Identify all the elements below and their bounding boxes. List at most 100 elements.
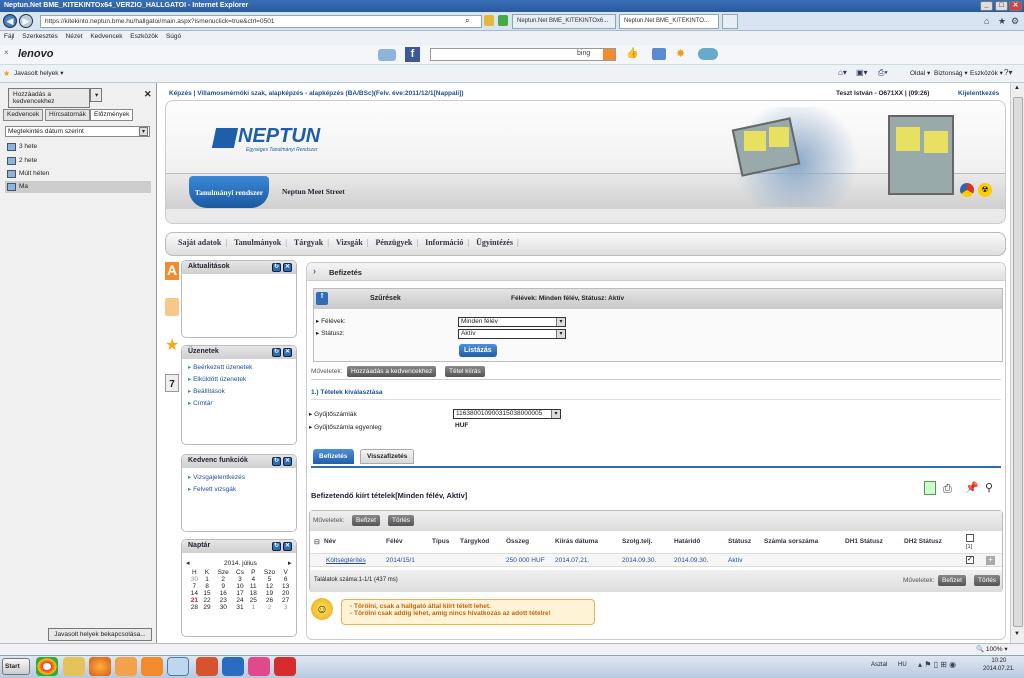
calendar-day[interactable]: 8	[201, 583, 214, 590]
puzzle-icon[interactable]: ✸	[676, 47, 685, 60]
safety-menu[interactable]: Biztonság ▾	[934, 69, 968, 77]
history-item[interactable]: 2 hete	[5, 155, 151, 167]
statusz-select[interactable]: Aktív ▾	[458, 329, 566, 339]
col-targykod[interactable]: Tárgykód	[460, 538, 489, 545]
scroll-thumb[interactable]	[1013, 97, 1023, 627]
clock[interactable]: 10:20 2014.07.21.	[983, 657, 1015, 673]
gear-icon[interactable]: ⚙	[1011, 16, 1019, 27]
tab-1[interactable]: Neptun.Net BME_KITEKINTOx6...	[512, 14, 616, 29]
tab-tanulmanyi-rendszer[interactable]: Tanulmányi rendszer	[189, 176, 269, 208]
export-excel-icon[interactable]	[924, 481, 936, 495]
apps-icon[interactable]	[698, 48, 718, 60]
row-checkbox[interactable]: ✓	[966, 556, 974, 564]
search-icon[interactable]: ⌕	[465, 16, 469, 26]
calendar-day[interactable]: 27	[279, 597, 292, 604]
felevek-select[interactable]: Minden félév ▾	[458, 317, 566, 327]
home-cmd-icon[interactable]: ⌂▾	[838, 68, 847, 77]
chat-icon[interactable]	[652, 48, 666, 60]
favorites-star-icon[interactable]: ★	[3, 69, 10, 78]
tab-meet-street[interactable]: Neptun Meet Street	[282, 187, 345, 196]
calendar-day[interactable]: 25	[247, 597, 260, 604]
page-menu[interactable]: Oldal ▾	[910, 69, 930, 77]
home-icon[interactable]: ⌂	[984, 16, 989, 26]
facebook-icon[interactable]: f	[405, 47, 420, 62]
row-nev-link[interactable]: Költségtérítés	[326, 557, 366, 564]
tools-menu[interactable]: Eszközök ▾	[970, 69, 1003, 77]
refresh-icon[interactable]: ↻	[272, 348, 281, 357]
tab-feeds[interactable]: Hírcsatornák	[45, 109, 90, 121]
collapse-filters-button[interactable]: ⇑	[316, 292, 328, 305]
calendar-day[interactable]: 23	[213, 597, 233, 604]
tab-favorites[interactable]: Kedvencek	[3, 109, 44, 121]
firefox-icon[interactable]	[89, 657, 111, 676]
calendar-day[interactable]: 24	[233, 597, 247, 604]
menu-tanulmanyok[interactable]: Tanulmányok	[234, 238, 281, 247]
menu-favorites[interactable]: Kedvencek	[90, 33, 122, 40]
home-shortcut-icon[interactable]	[165, 298, 179, 316]
menu-view[interactable]: Nézet	[66, 33, 83, 40]
col-dh2-statusz[interactable]: DH2 Státusz	[904, 538, 942, 545]
col-nev[interactable]: Név	[324, 538, 336, 545]
calendar-day[interactable]: 13	[279, 583, 292, 590]
history-item[interactable]: 3 hete	[5, 141, 151, 153]
tab-visszafizetes[interactable]: Visszafizetés	[360, 449, 415, 464]
uzenetek-link-directory[interactable]: Címtár	[188, 399, 296, 407]
menu-sajat-adatok[interactable]: Saját adatok	[178, 238, 221, 247]
kedvenc-link-vizsgajelentkezes[interactable]: Vizsgajelentkezés	[188, 473, 296, 481]
minimize-button[interactable]: _	[980, 1, 993, 11]
calendar-day[interactable]: 12	[260, 583, 280, 590]
calendar-day[interactable]: 16	[213, 590, 233, 597]
calendar-day[interactable]: 17	[233, 590, 247, 597]
scroll-down-icon[interactable]: ▼	[1014, 631, 1020, 637]
befizet-button[interactable]: Befizet	[352, 515, 380, 526]
calendar-day[interactable]: 30	[213, 604, 233, 611]
tab-history[interactable]: Előzmények	[90, 109, 134, 121]
media-player-icon[interactable]	[141, 657, 163, 676]
pin-icon[interactable]: 📌	[965, 481, 979, 494]
calendar-day[interactable]: 1	[201, 576, 214, 583]
calendar-day[interactable]: 7	[188, 583, 201, 590]
calendar-day[interactable]: 22	[201, 597, 214, 604]
like-icon[interactable]: 👍	[626, 48, 638, 59]
refresh-icon[interactable]: ↻	[272, 542, 281, 551]
calendar-day[interactable]: 18	[247, 590, 260, 597]
calendar-day[interactable]: 1	[247, 604, 260, 611]
chrome-icon[interactable]	[36, 657, 58, 676]
search-icon[interactable]: ⚲	[985, 481, 993, 494]
zoom-level[interactable]: 🔍 100% ▾	[976, 645, 1008, 653]
calendar-day[interactable]: 3	[279, 604, 292, 611]
add-to-favorites-button[interactable]: Hozzáadás a kedvencekhez	[8, 88, 90, 108]
feeds-icon[interactable]: ▣▾	[856, 68, 868, 77]
calendar-day[interactable]: 31	[233, 604, 247, 611]
col-statusz[interactable]: Státusz	[728, 538, 751, 545]
close-toolbar-icon[interactable]: ×	[4, 48, 9, 57]
menu-tools[interactable]: Eszközök	[130, 33, 158, 40]
menu-edit[interactable]: Szerkesztés	[22, 33, 57, 40]
listazas-button[interactable]: Listázás	[459, 344, 497, 357]
torles-button-bottom[interactable]: Törlés	[974, 575, 1001, 586]
desktop-label[interactable]: Asztal	[871, 662, 887, 668]
back-icon[interactable]: ◀	[3, 14, 17, 28]
bing-search-input[interactable]: bing	[430, 48, 616, 61]
gyujtoszamla-select[interactable]: 11638001090031503800000​5 ▾	[453, 409, 561, 419]
tray-icons[interactable]: ▴ ⚑ ▯ ⊞ ◉	[918, 660, 956, 669]
history-sort-select[interactable]: Megtekintés dátum szerint ▾	[5, 126, 150, 137]
col-felev[interactable]: Félév	[386, 538, 403, 545]
menu-file[interactable]: Fájl	[4, 33, 14, 40]
row-expand-icon[interactable]: +	[986, 556, 995, 565]
maximize-button[interactable]: □	[995, 1, 1008, 11]
internet-explorer-active-icon[interactable]	[167, 657, 189, 676]
befizet-button-bottom[interactable]: Befizet	[938, 575, 966, 586]
tab-2[interactable]: Neptun.Net BME_KITEKINTO...	[619, 14, 719, 29]
letter-a-icon[interactable]: A	[165, 262, 179, 280]
uzenetek-link-settings[interactable]: Beállítások	[188, 387, 296, 395]
breadcrumb-text[interactable]: Képzés | Villamosmérnöki szak, alapképzé…	[169, 90, 464, 97]
explorer-icon[interactable]	[63, 657, 85, 676]
refresh-icon[interactable]	[498, 15, 508, 26]
add-to-favorites-button[interactable]: Hozzáadás a kedvencekhez	[347, 366, 437, 377]
refresh-icon[interactable]: ↻	[272, 263, 281, 272]
col-dh1-statusz[interactable]: DH1 Státusz	[845, 538, 883, 545]
menu-penzugyek[interactable]: Pénzügyek	[375, 238, 412, 247]
calendar-day[interactable]: 28	[188, 604, 201, 611]
select-all-checkbox[interactable]	[966, 534, 974, 542]
